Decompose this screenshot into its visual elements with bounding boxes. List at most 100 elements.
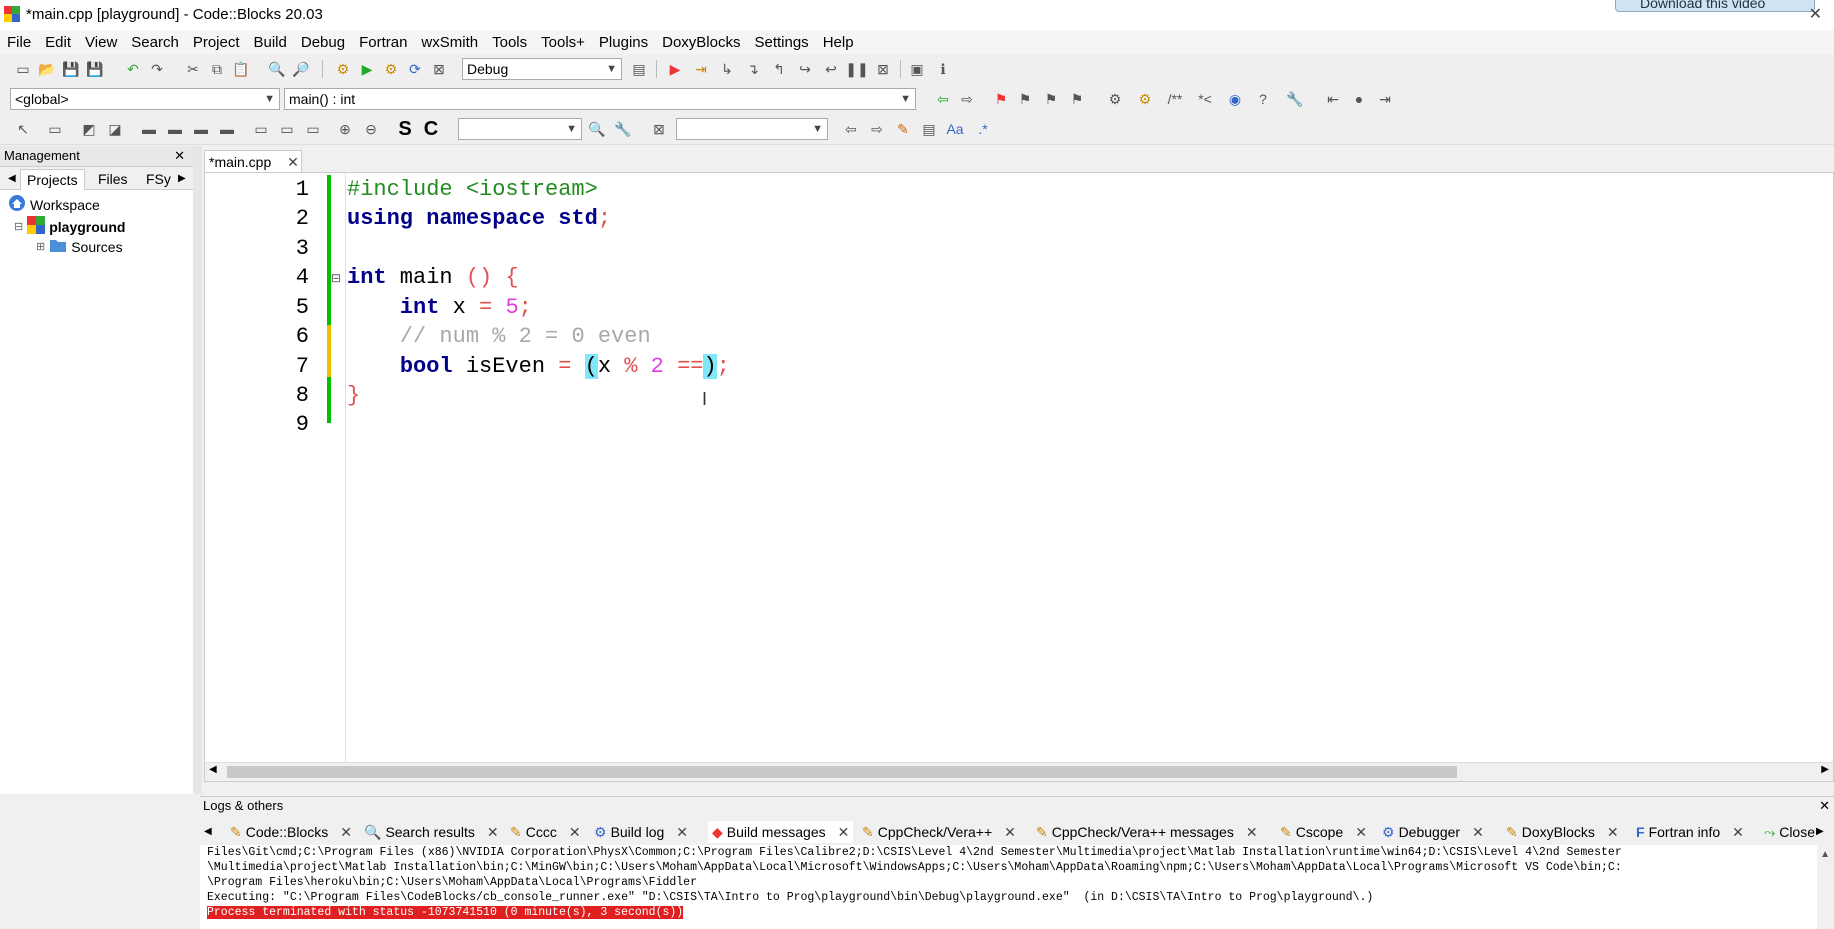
build-messages-output[interactable]: Files\Git\cmd;C:\Program Files (x86)\NVI… xyxy=(200,845,1817,929)
tab-doxyblocks[interactable]: ✎ DoxyBlocks ✕ xyxy=(1506,821,1619,843)
frame3-icon[interactable]: ▭ xyxy=(304,120,322,138)
pause-icon[interactable]: ❚❚ xyxy=(845,60,868,78)
find-prev-icon[interactable]: ⇦ xyxy=(842,120,860,138)
run-icon[interactable]: ▶ xyxy=(358,60,376,78)
build-target-select[interactable]: Debug ▼ xyxy=(462,58,622,80)
toggle-bookmark-icon[interactable]: ⚑ xyxy=(992,90,1010,108)
step-instruction-icon[interactable]: ↩ xyxy=(822,60,840,78)
pointer-icon[interactable]: ↖ xyxy=(14,120,32,138)
prev-bookmark-icon[interactable]: ⚑ xyxy=(1016,90,1034,108)
abort-icon[interactable]: ⊠ xyxy=(430,60,448,78)
help-icon[interactable]: ? xyxy=(1254,90,1272,108)
step-into-icon[interactable]: ↴ xyxy=(744,60,762,78)
scope-select[interactable]: <global> ▼ xyxy=(10,88,280,110)
clear-search-icon[interactable]: ⊠ xyxy=(650,120,668,138)
replace-icon[interactable]: 🔎 xyxy=(292,60,310,78)
layout1-icon[interactable]: ▬ xyxy=(140,120,158,138)
wrench-icon[interactable]: 🔧 xyxy=(1286,90,1304,108)
shape2-icon[interactable]: ◪ xyxy=(106,120,124,138)
tab-scroll-right-icon[interactable]: ▶ xyxy=(172,169,192,189)
tab-scroll-left-icon[interactable]: ◀ xyxy=(2,169,22,189)
tab-files[interactable]: Files xyxy=(92,169,134,189)
tab-cppcheck[interactable]: ✎ CppCheck/Vera++ ✕ xyxy=(862,821,1016,843)
layout2-icon[interactable]: ▬ xyxy=(166,120,184,138)
find-next-icon[interactable]: ⇨ xyxy=(868,120,886,138)
collapse-icon[interactable]: ⊟ xyxy=(14,220,23,233)
menu-debug[interactable]: Debug xyxy=(294,34,352,51)
close-icon[interactable]: ✕ xyxy=(174,146,185,166)
menu-build[interactable]: Build xyxy=(247,34,294,51)
stop-icon[interactable]: ⊠ xyxy=(874,60,892,78)
comment-block-icon[interactable]: /** xyxy=(1166,90,1184,108)
doxy-icon[interactable]: ⚙ xyxy=(1106,90,1124,108)
tree-sources[interactable]: ⊞ Sources xyxy=(36,237,123,256)
jump-back-icon[interactable]: ⇦ xyxy=(934,90,952,108)
menu-tools[interactable]: Tools xyxy=(485,34,534,51)
menu-edit[interactable]: Edit xyxy=(38,34,78,51)
clear-bookmarks-icon[interactable]: ⚑ xyxy=(1068,90,1086,108)
build-options-icon[interactable]: ▤ xyxy=(630,60,648,78)
menu-help[interactable]: Help xyxy=(816,34,861,51)
close-icon[interactable]: ✕ xyxy=(1819,797,1830,815)
zoom-out-icon[interactable]: ⊖ xyxy=(362,120,380,138)
jump-forward-icon[interactable]: ⇨ xyxy=(958,90,976,108)
search-find-icon[interactable]: 🔍 xyxy=(588,120,606,138)
tab-codeblocks[interactable]: ✎ Code::Blocks ✕ xyxy=(230,821,352,843)
build-run-icon[interactable]: ⚙ xyxy=(382,60,400,78)
s-icon[interactable]: S xyxy=(396,118,414,140)
jump-start-icon[interactable]: ⇤ xyxy=(1324,90,1342,108)
regex-icon[interactable]: .* xyxy=(974,120,992,138)
menu-wxsmith[interactable]: wxSmith xyxy=(414,34,485,51)
tab-cppcheck-messages[interactable]: ✎ CppCheck/Vera++ messages ✕ xyxy=(1036,821,1258,843)
menu-search[interactable]: Search xyxy=(124,34,186,51)
log-scroll-up-icon[interactable]: ▲ xyxy=(1820,849,1830,860)
rebuild-icon[interactable]: ⟳ xyxy=(406,60,424,78)
menu-project[interactable]: Project xyxy=(186,34,247,51)
find-combo[interactable]: ▼ xyxy=(676,118,828,140)
paste-icon[interactable]: 📋 xyxy=(232,60,250,78)
doxy-chm-icon[interactable]: ◉ xyxy=(1226,90,1244,108)
search-combo[interactable]: ▼ xyxy=(458,118,582,140)
code-editor[interactable]: 1 2 3 4 5 6 7 8 9 ⊟ #include <iostream> … xyxy=(204,172,1834,782)
menu-tools-plus[interactable]: Tools+ xyxy=(534,34,592,51)
tab-scroll-left-icon[interactable]: ◀ xyxy=(204,821,212,843)
open-file-icon[interactable]: 📂 xyxy=(38,60,56,78)
redo-icon[interactable]: ↷ xyxy=(148,60,166,78)
menu-file[interactable]: File xyxy=(0,34,38,51)
step-out-icon[interactable]: ↰ xyxy=(770,60,788,78)
selected-text-icon[interactable]: ▤ xyxy=(920,120,938,138)
search-options-icon[interactable]: 🔧 xyxy=(614,120,632,138)
menu-settings[interactable]: Settings xyxy=(747,34,815,51)
tab-close[interactable]: ⤳ Close xyxy=(1764,821,1815,843)
tab-build-messages[interactable]: ◆ Build messages ✕ xyxy=(708,821,854,843)
function-select[interactable]: main() : int ▼ xyxy=(284,88,916,110)
layout3-icon[interactable]: ▬ xyxy=(192,120,210,138)
run-to-cursor-icon[interactable]: ⇥ xyxy=(692,60,710,78)
dot-icon[interactable]: ● xyxy=(1350,90,1368,108)
scroll-left-icon[interactable]: ◀ xyxy=(209,764,217,775)
panel-splitter[interactable] xyxy=(193,146,202,794)
match-case-icon[interactable]: Aa xyxy=(946,120,964,138)
menu-fortran[interactable]: Fortran xyxy=(352,34,414,51)
frame1-icon[interactable]: ▭ xyxy=(252,120,270,138)
debug-windows-icon[interactable]: ▣ xyxy=(908,60,926,78)
scrollbar-thumb[interactable] xyxy=(227,766,1457,778)
tab-debugger[interactable]: ⚙ Debugger ✕ xyxy=(1382,821,1484,843)
menu-plugins[interactable]: Plugins xyxy=(592,34,655,51)
download-video-button[interactable]: Download this video xyxy=(1615,0,1815,12)
build-icon[interactable]: ⚙ xyxy=(334,60,352,78)
scroll-right-icon[interactable]: ▶ xyxy=(1821,764,1829,775)
cut-icon[interactable]: ✂ xyxy=(184,60,202,78)
close-tab-icon[interactable]: ✕ xyxy=(287,154,299,170)
tab-scroll-right-icon[interactable]: ▶ xyxy=(1816,821,1824,843)
horizontal-scrollbar[interactable]: ◀ ▶ xyxy=(205,762,1833,781)
tab-search-results[interactable]: 🔍 Search results ✕ xyxy=(364,821,499,843)
next-line-icon[interactable]: ↳ xyxy=(718,60,736,78)
frame2-icon[interactable]: ▭ xyxy=(278,120,296,138)
comment-line-icon[interactable]: *< xyxy=(1196,90,1214,108)
jump-end-icon[interactable]: ⇥ xyxy=(1376,90,1394,108)
window-close-icon[interactable]: ✕ xyxy=(1809,4,1822,24)
copy-icon[interactable]: ⧉ xyxy=(208,60,226,78)
undo-icon[interactable]: ↶ xyxy=(124,60,142,78)
next-bookmark-icon[interactable]: ⚑ xyxy=(1042,90,1060,108)
